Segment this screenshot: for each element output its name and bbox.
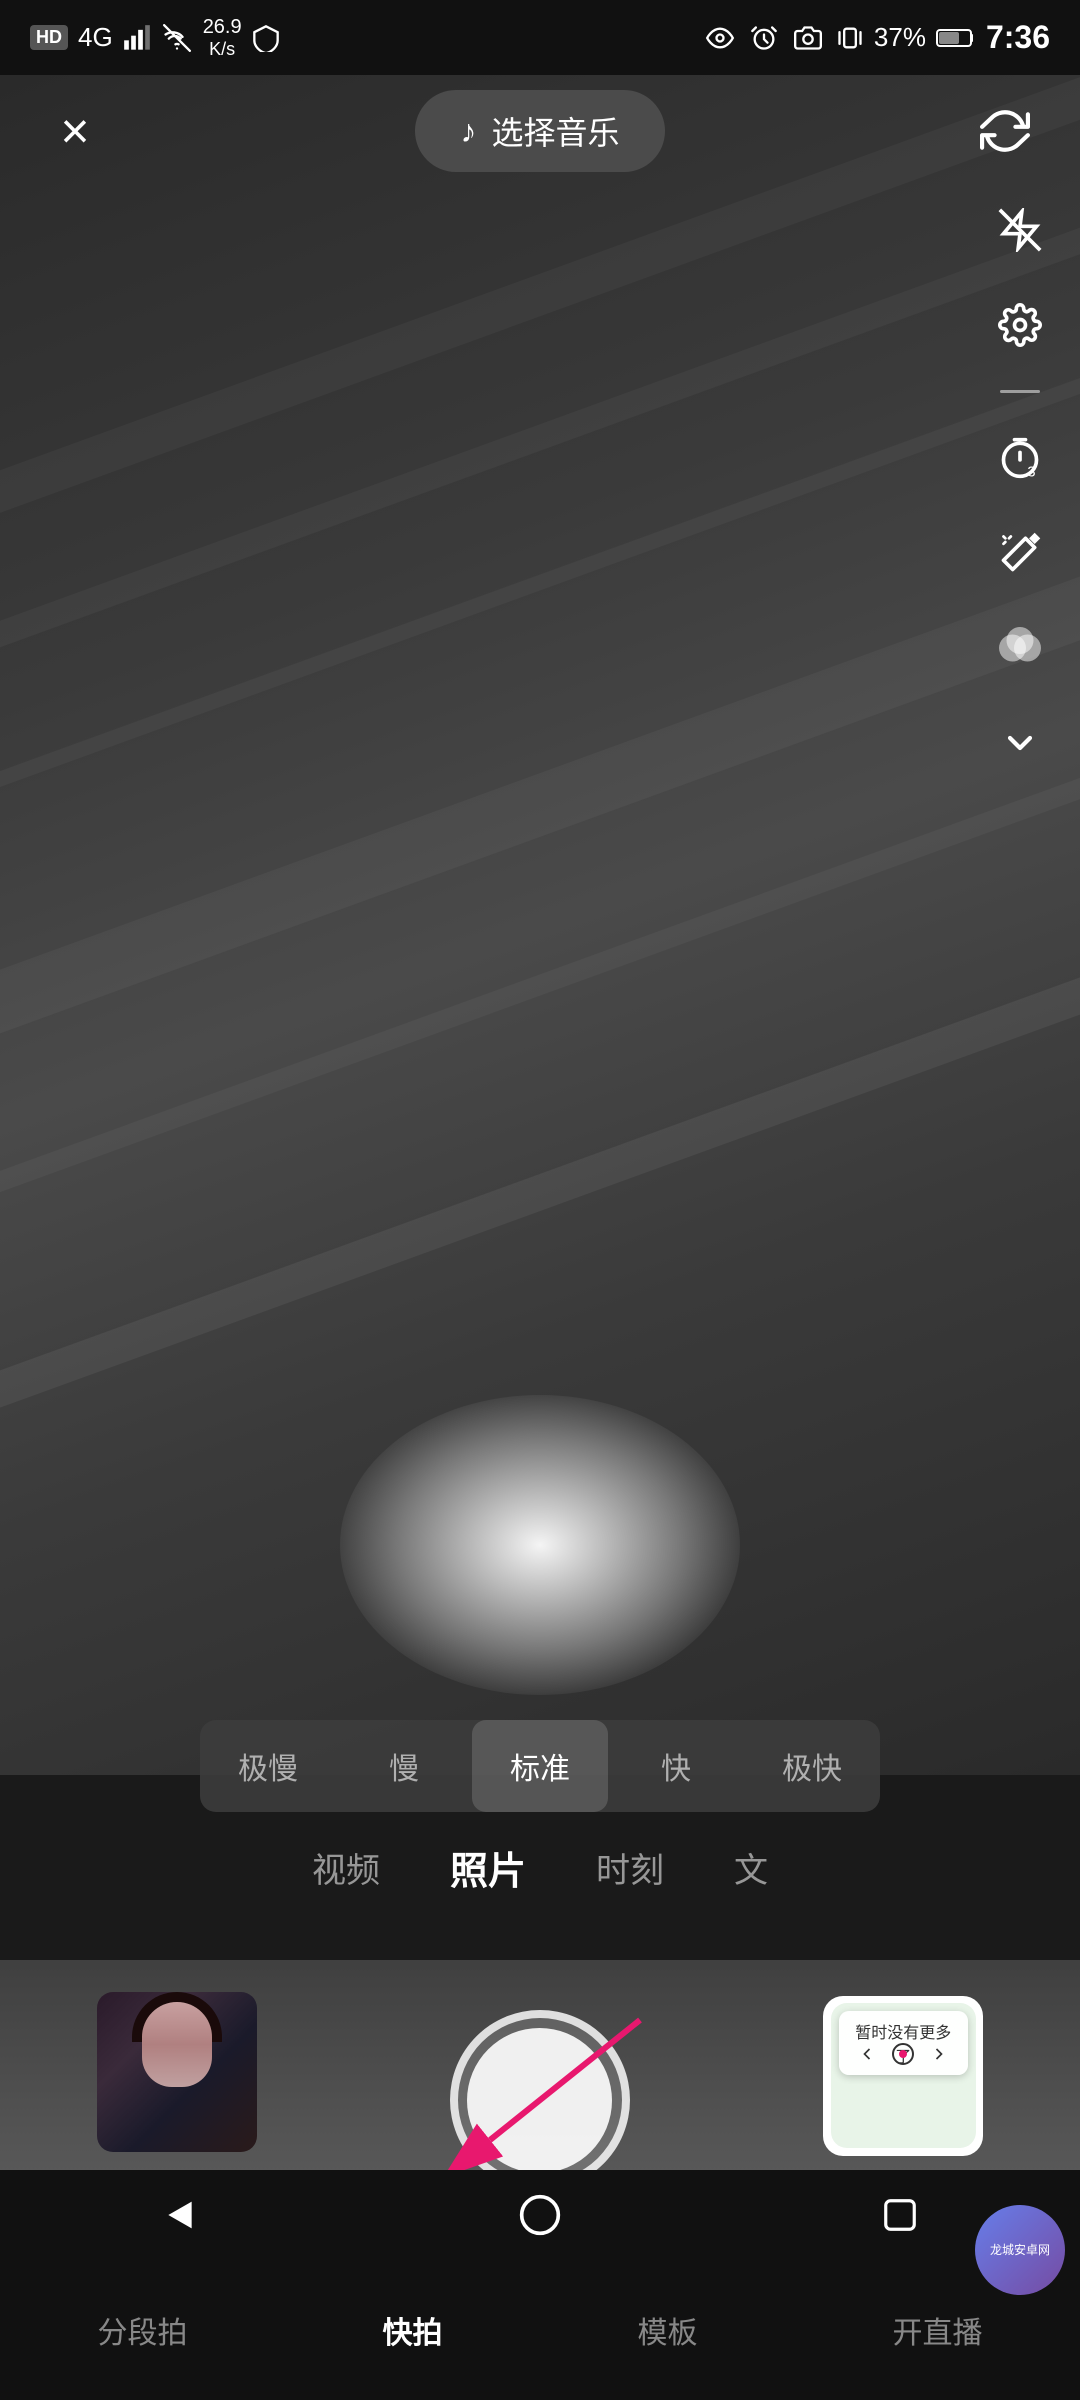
color-filter-icon bbox=[996, 624, 1044, 672]
signal-icon bbox=[123, 24, 151, 52]
back-nav-button[interactable] bbox=[140, 2175, 220, 2255]
mode-moment[interactable]: 时刻 bbox=[596, 1843, 664, 1892]
flip-camera-button[interactable] bbox=[970, 96, 1040, 166]
magic-icon bbox=[998, 531, 1042, 575]
album-inner: 暂时没有更多了 bbox=[831, 2003, 976, 2148]
eye-icon bbox=[702, 24, 738, 52]
battery-icon bbox=[936, 26, 976, 50]
battery-percent: 37% bbox=[874, 22, 926, 53]
album-nav bbox=[839, 2043, 968, 2065]
toolbar-divider bbox=[1000, 390, 1040, 393]
settings-button[interactable] bbox=[990, 295, 1050, 355]
arrow-svg bbox=[350, 1990, 650, 2190]
time-display: 7:36 bbox=[986, 19, 1050, 56]
right-toolbar: 3 bbox=[990, 200, 1050, 773]
svg-text:3: 3 bbox=[1027, 464, 1035, 480]
bottom-tabs: 分段拍 快拍 模板 开直播 bbox=[0, 2260, 1080, 2400]
album-icon: 暂时没有更多了 bbox=[823, 1996, 983, 2156]
color-filter-button[interactable] bbox=[990, 618, 1050, 678]
security-icon bbox=[252, 24, 280, 52]
lens-glow bbox=[340, 1395, 740, 1695]
magic-button[interactable] bbox=[990, 523, 1050, 583]
speed-slow[interactable]: 慢 bbox=[336, 1720, 472, 1812]
album-notification: 暂时没有更多了 bbox=[839, 2011, 968, 2075]
music-note-icon: ♪ bbox=[460, 113, 476, 150]
wifi-icon bbox=[161, 24, 193, 52]
forward-icon bbox=[929, 2044, 949, 2064]
gallery-thumbnail[interactable] bbox=[97, 1992, 257, 2152]
tab-live[interactable]: 开直播 bbox=[893, 2308, 983, 2352]
tab-quick-shoot[interactable]: 快拍 bbox=[383, 2308, 443, 2352]
watermark-text: 龙城安卓网 bbox=[990, 2243, 1050, 2257]
speed-selector: 极慢 慢 标准 快 极快 bbox=[200, 1720, 880, 1812]
status-right: 37% 7:36 bbox=[702, 19, 1050, 56]
home-nav-button[interactable] bbox=[500, 2175, 580, 2255]
recent-square-icon bbox=[881, 2196, 919, 2234]
speed-very-fast[interactable]: 极快 bbox=[744, 1720, 880, 1812]
home-circle bbox=[892, 2043, 914, 2065]
tab-template[interactable]: 模板 bbox=[638, 2308, 698, 2352]
tab-segment[interactable]: 分段拍 bbox=[98, 2308, 188, 2352]
mode-photo[interactable]: 照片 bbox=[450, 1840, 526, 1895]
flash-off-button[interactable] bbox=[990, 200, 1050, 260]
camera-icon bbox=[790, 24, 826, 52]
flip-icon bbox=[980, 106, 1030, 156]
speed-standard[interactable]: 标准 bbox=[472, 1720, 608, 1812]
speed-very-slow[interactable]: 极慢 bbox=[200, 1720, 336, 1812]
watermark: 龙城安卓网 bbox=[975, 2205, 1065, 2295]
arrow-indicator bbox=[350, 1990, 650, 2195]
status-left: HD 4G 26.9 K/s bbox=[30, 15, 280, 61]
nav-bar bbox=[0, 2170, 1080, 2260]
speed-fast[interactable]: 快 bbox=[608, 1720, 744, 1812]
watermark-badge: 龙城安卓网 bbox=[975, 2205, 1065, 2295]
network-type: 4G bbox=[78, 22, 113, 53]
vibrate-icon bbox=[836, 24, 864, 52]
timer-button[interactable]: 3 bbox=[990, 428, 1050, 488]
flash-off-icon bbox=[998, 208, 1042, 252]
more-options-button[interactable] bbox=[990, 713, 1050, 773]
network-speed: 26.9 K/s bbox=[203, 15, 242, 61]
alarm-icon bbox=[748, 24, 780, 52]
mode-selector: 视频 照片 时刻 文 bbox=[0, 1840, 1080, 1895]
status-bar: HD 4G 26.9 K/s 37% 7:36 bbox=[0, 0, 1080, 75]
thumb-face bbox=[142, 2002, 212, 2087]
top-controls: × ♪ 选择音乐 bbox=[0, 90, 1080, 172]
mode-text[interactable]: 文 bbox=[734, 1843, 768, 1892]
hd-badge: HD bbox=[30, 25, 68, 50]
back-icon bbox=[857, 2044, 877, 2064]
back-triangle-icon bbox=[160, 2195, 200, 2235]
light-streak-4 bbox=[0, 407, 1080, 1202]
mode-video[interactable]: 视频 bbox=[312, 1843, 380, 1892]
music-button-label: 选择音乐 bbox=[491, 108, 619, 154]
chevron-down-icon bbox=[1000, 723, 1040, 763]
close-button[interactable]: × bbox=[40, 96, 110, 166]
viewfinder bbox=[0, 75, 1080, 1775]
settings-icon bbox=[998, 303, 1042, 347]
select-music-button[interactable]: ♪ 选择音乐 bbox=[415, 90, 664, 172]
home-dot bbox=[899, 2050, 907, 2058]
recent-nav-button[interactable] bbox=[860, 2175, 940, 2255]
home-circle-icon bbox=[518, 2193, 562, 2237]
timer-icon: 3 bbox=[998, 436, 1042, 480]
